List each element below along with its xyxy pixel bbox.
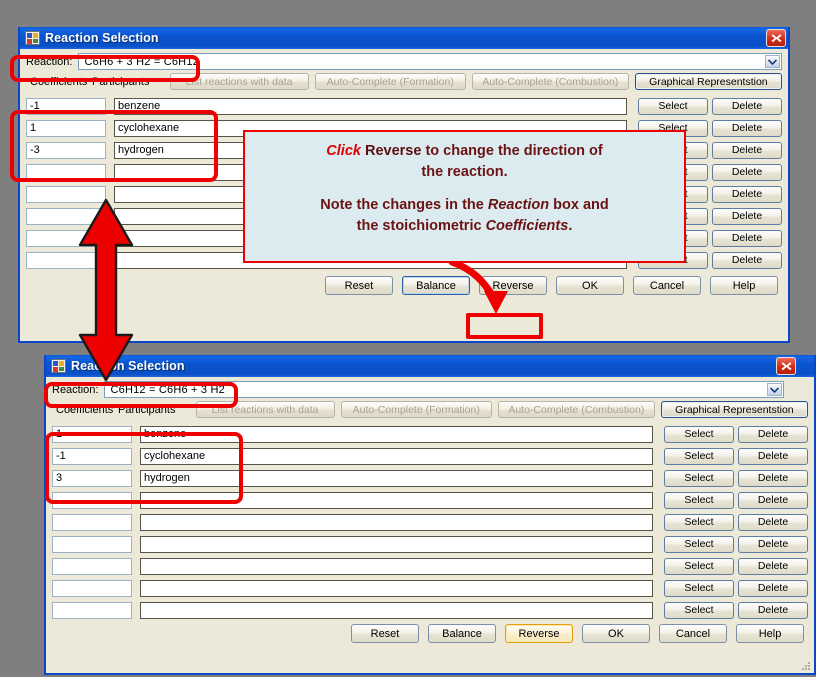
callout-line-3-a: Note the changes in the bbox=[320, 197, 484, 214]
callout-line-3: Note the changes in the Reaction box and bbox=[257, 195, 672, 216]
participant-input[interactable] bbox=[140, 601, 653, 619]
auto-complete-combustion-button-bottom[interactable]: Auto-Complete (Combustion) bbox=[497, 401, 655, 418]
callout-line-3-c: box and bbox=[553, 197, 609, 214]
coefficient-input[interactable] bbox=[26, 229, 106, 247]
delete-button[interactable]: Delete bbox=[738, 579, 808, 597]
close-icon[interactable] bbox=[776, 357, 796, 375]
delete-button[interactable]: Delete bbox=[712, 251, 782, 269]
delete-button[interactable]: Delete bbox=[712, 229, 782, 247]
delete-button[interactable]: Delete bbox=[738, 535, 808, 553]
coefficient-input[interactable] bbox=[52, 601, 132, 619]
select-button[interactable]: Select bbox=[638, 97, 708, 115]
callout-reaction-word: Reaction bbox=[487, 197, 550, 214]
graphical-representation-button-bottom[interactable]: Graphical Representstion bbox=[660, 401, 808, 418]
delete-button[interactable]: Delete bbox=[712, 163, 782, 181]
reset-button-top[interactable]: Reset bbox=[325, 276, 393, 295]
select-button[interactable]: Select bbox=[664, 557, 734, 575]
delete-button[interactable]: Delete bbox=[712, 207, 782, 225]
select-button[interactable]: Select bbox=[664, 535, 734, 553]
coefficient-input[interactable] bbox=[26, 251, 106, 269]
delete-button[interactable]: Delete bbox=[738, 557, 808, 575]
table-row: Select Delete bbox=[52, 599, 808, 621]
chevron-down-icon[interactable] bbox=[767, 383, 782, 396]
delete-button[interactable]: Delete bbox=[738, 425, 808, 443]
delete-button[interactable]: Delete bbox=[738, 491, 808, 509]
ok-button-bottom[interactable]: OK bbox=[582, 624, 650, 643]
callout-line-2: the reaction. bbox=[421, 163, 508, 180]
application-icon bbox=[25, 31, 40, 45]
title-bar-bottom[interactable]: Reaction Selection bbox=[46, 355, 814, 377]
graphical-representation-button-top[interactable]: Graphical Representstion bbox=[634, 73, 782, 90]
help-button-bottom[interactable]: Help bbox=[736, 624, 804, 643]
callout-click-word: Click bbox=[326, 143, 361, 159]
delete-button[interactable]: Delete bbox=[712, 119, 782, 137]
select-button[interactable]: Select bbox=[664, 469, 734, 487]
participant-input[interactable] bbox=[140, 557, 653, 575]
balance-button-bottom[interactable]: Balance bbox=[428, 624, 496, 643]
delete-button[interactable]: Delete bbox=[712, 185, 782, 203]
screenshot-canvas: Reaction Selection Reaction: C6H6 + 3 H2… bbox=[0, 0, 816, 677]
callout-line-1-rest: to change the direction of bbox=[425, 143, 603, 159]
reverse-button-bottom[interactable]: Reverse bbox=[505, 624, 573, 643]
instruction-callout: Click Reverse to change the direction of… bbox=[243, 130, 686, 263]
table-row: Select Delete bbox=[52, 511, 808, 533]
reset-button-bottom[interactable]: Reset bbox=[351, 624, 419, 643]
delete-button[interactable]: Delete bbox=[712, 97, 782, 115]
reaction-field-highlight-bottom bbox=[44, 382, 238, 408]
delete-button[interactable]: Delete bbox=[712, 141, 782, 159]
select-button[interactable]: Select bbox=[664, 601, 734, 619]
chevron-down-icon[interactable] bbox=[765, 55, 780, 68]
coefficient-input[interactable] bbox=[52, 535, 132, 553]
delete-button[interactable]: Delete bbox=[738, 601, 808, 619]
select-button[interactable]: Select bbox=[664, 447, 734, 465]
application-icon bbox=[51, 359, 66, 373]
select-button[interactable]: Select bbox=[664, 425, 734, 443]
callout-line-4: the stoichiometric Coefficients. bbox=[257, 216, 672, 237]
callout-line-4-c: . bbox=[568, 217, 573, 234]
delete-button[interactable]: Delete bbox=[738, 469, 808, 487]
window-title-bottom: Reaction Selection bbox=[71, 359, 185, 373]
close-icon[interactable] bbox=[766, 29, 786, 47]
callout-line-4-a: the stoichiometric bbox=[356, 217, 482, 234]
callout-reverse-word: Reverse bbox=[365, 143, 422, 159]
participant-input[interactable] bbox=[140, 535, 653, 553]
balance-button-top[interactable]: Balance bbox=[402, 276, 470, 295]
ok-button-top[interactable]: OK bbox=[556, 276, 624, 295]
select-button[interactable]: Select bbox=[664, 491, 734, 509]
coefficient-input[interactable] bbox=[26, 185, 106, 203]
window-title-top: Reaction Selection bbox=[45, 31, 159, 45]
participant-input[interactable] bbox=[140, 513, 653, 531]
delete-button[interactable]: Delete bbox=[738, 447, 808, 465]
callout-coefficients-word: Coefficients bbox=[485, 217, 569, 234]
footer-buttons-bottom: Reset Balance Reverse OK Cancel Help bbox=[46, 621, 814, 649]
coefficient-input[interactable] bbox=[52, 513, 132, 531]
reaction-field-highlight-top bbox=[10, 55, 200, 82]
participant-input[interactable] bbox=[140, 579, 653, 597]
table-row: Select Delete bbox=[52, 533, 808, 555]
coefficient-input[interactable] bbox=[52, 557, 132, 575]
select-button[interactable]: Select bbox=[664, 579, 734, 597]
auto-complete-combustion-button-top[interactable]: Auto-Complete (Combustion) bbox=[471, 73, 629, 90]
coefficient-input[interactable] bbox=[26, 207, 106, 225]
auto-complete-formation-button-bottom[interactable]: Auto-Complete (Formation) bbox=[340, 401, 492, 418]
help-button-top[interactable]: Help bbox=[710, 276, 778, 295]
cancel-button-bottom[interactable]: Cancel bbox=[659, 624, 727, 643]
coefficients-highlight-top bbox=[10, 110, 218, 182]
callout-line-1: Click Reverse to change the direction of bbox=[257, 141, 672, 162]
reverse-button-highlight-top bbox=[466, 313, 543, 339]
title-bar-top[interactable]: Reaction Selection bbox=[20, 27, 788, 49]
cancel-button-top[interactable]: Cancel bbox=[633, 276, 701, 295]
table-row: Select Delete bbox=[52, 577, 808, 599]
reverse-button-top[interactable]: Reverse bbox=[479, 276, 547, 295]
table-row: Select Delete bbox=[52, 555, 808, 577]
resize-grip-icon[interactable] bbox=[800, 660, 811, 671]
select-button[interactable]: Select bbox=[664, 513, 734, 531]
coefficient-input[interactable] bbox=[52, 579, 132, 597]
footer-buttons-top: Reset Balance Reverse OK Cancel Help bbox=[20, 271, 788, 301]
coefficients-highlight-bottom bbox=[45, 432, 243, 504]
auto-complete-formation-button-top[interactable]: Auto-Complete (Formation) bbox=[314, 73, 466, 90]
delete-button[interactable]: Delete bbox=[738, 513, 808, 531]
